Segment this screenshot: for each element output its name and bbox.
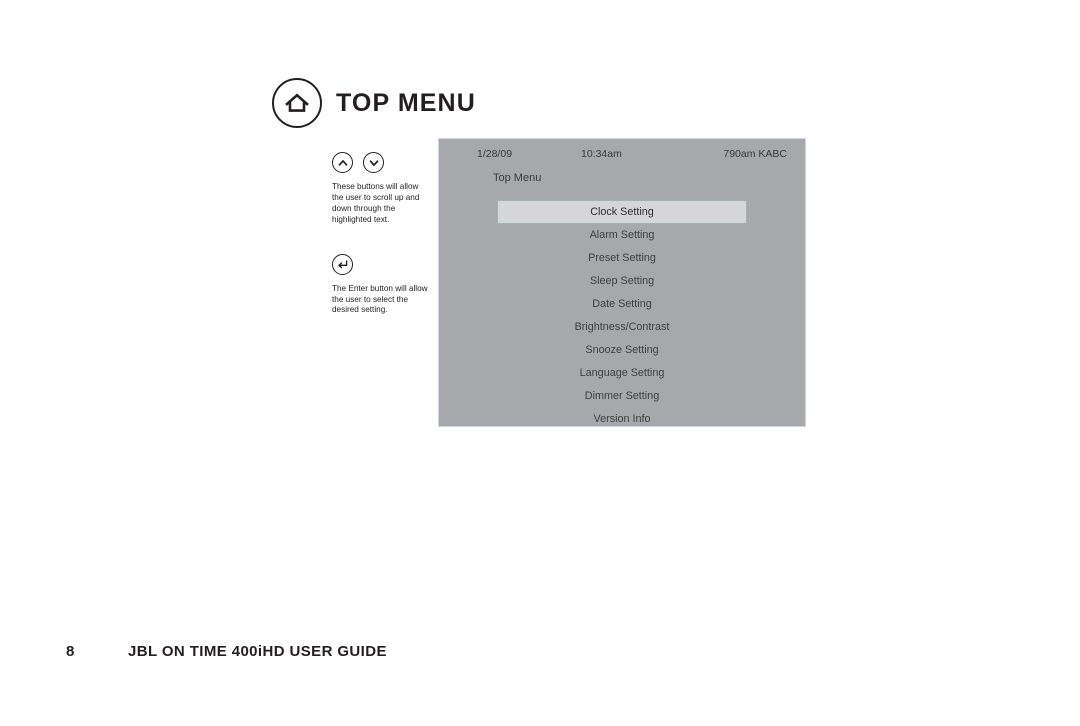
menu-item-brightness-contrast[interactable]: Brightness/Contrast [439,316,805,339]
menu-item-sleep-setting[interactable]: Sleep Setting [439,270,805,293]
menu-item-preset-setting[interactable]: Preset Setting [439,247,805,270]
status-date: 1/28/09 [477,148,513,160]
menu-item-date-setting[interactable]: Date Setting [439,293,805,316]
chevron-down-icon[interactable] [363,152,384,173]
menu-item-snooze-setting[interactable]: Snooze Setting [439,339,805,362]
lcd-menu-list: Clock Setting Alarm Setting Preset Setti… [439,200,805,431]
annotation-column: These buttons will allow the user to scr… [332,152,432,316]
status-radio-station: 790am KABC [723,148,787,160]
menu-item-language-setting[interactable]: Language Setting [439,362,805,385]
footer-page-number: 8 [66,643,75,660]
menu-item-alarm-setting[interactable]: Alarm Setting [439,224,805,247]
menu-item-dimmer-setting[interactable]: Dimmer Setting [439,385,805,408]
scroll-buttons-row [332,152,432,173]
menu-item-version-info[interactable]: Version Info [439,408,805,431]
page-heading: TOP MENU [272,78,476,128]
lcd-display-panel: 1/28/09 10:34am 790am KABC Top Menu Cloc… [438,138,806,427]
page-footer: 8 JBL ON TIME 400iHD USER GUIDE [66,643,387,660]
chevron-up-icon[interactable] [332,152,353,173]
home-icon [272,78,322,128]
lcd-context-label: Top Menu [493,172,542,184]
scroll-buttons-caption: These buttons will allow the user to scr… [332,182,420,224]
enter-button-annotation: The Enter button will allow the user to … [332,253,432,317]
scroll-buttons-annotation: These buttons will allow the user to scr… [332,152,432,226]
menu-item-clock-setting[interactable]: Clock Setting [497,200,747,224]
enter-button-row [332,253,432,275]
footer-guide-title: JBL ON TIME 400iHD USER GUIDE [128,643,387,660]
enter-return-icon[interactable] [332,253,353,275]
status-time: 10:34am [581,148,622,160]
page-title: TOP MENU [336,88,476,117]
enter-button-caption: The Enter button will allow the user to … [332,283,428,315]
lcd-status-bar: 1/28/09 10:34am 790am KABC [439,139,805,163]
